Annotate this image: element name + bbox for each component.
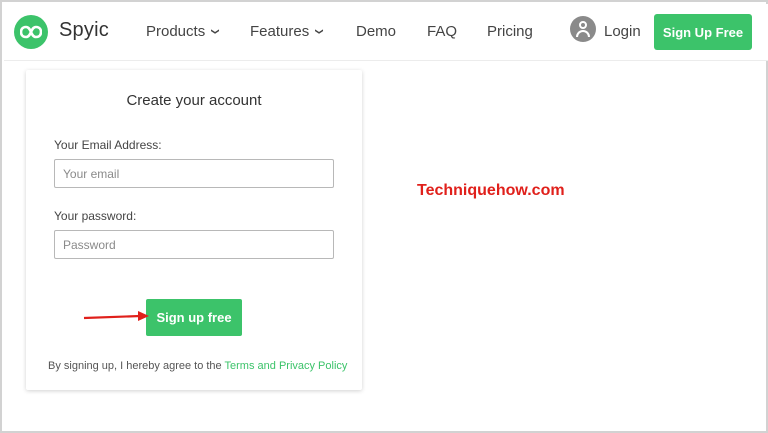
sign-up-free-button[interactable]: Sign Up Free <box>654 14 752 50</box>
screenshot-frame: Spyic Products ❯ Features ❯ Demo FAQ Pri… <box>0 0 768 433</box>
form-title: Create your account <box>126 92 262 109</box>
chevron-down-icon: ❯ <box>314 28 324 35</box>
top-navbar: Spyic Products ❯ Features ❯ Demo FAQ Pri… <box>4 4 768 61</box>
login-link[interactable]: Login <box>604 23 641 40</box>
logo-icon[interactable] <box>14 15 48 49</box>
nav-products[interactable]: Products ❯ <box>146 23 220 40</box>
terms-link[interactable]: Terms and Privacy Policy <box>225 360 348 372</box>
signup-card: Create your account Your Email Address: … <box>26 70 362 390</box>
nav-features[interactable]: Features ❯ <box>250 23 324 40</box>
nav-faq[interactable]: FAQ <box>427 23 457 40</box>
chevron-down-icon: ❯ <box>210 28 220 35</box>
red-arrow-icon <box>83 311 149 321</box>
nav-features-label: Features <box>250 23 310 40</box>
terms-text: By signing up, I hereby agree to the Ter… <box>48 360 347 372</box>
nav-pricing[interactable]: Pricing <box>487 23 533 40</box>
password-field[interactable] <box>54 230 334 259</box>
watermark-text: Techniquehow.com <box>417 182 565 199</box>
brand-name[interactable]: Spyic <box>59 19 109 42</box>
user-icon[interactable] <box>570 16 596 42</box>
email-field[interactable] <box>54 159 334 188</box>
nav-products-label: Products <box>146 23 206 40</box>
terms-prefix: By signing up, I hereby agree to the <box>48 360 225 372</box>
email-label: Your Email Address: <box>54 138 162 152</box>
password-label: Your password: <box>54 209 137 223</box>
sign-up-button[interactable]: Sign up free <box>146 299 242 336</box>
nav-demo[interactable]: Demo <box>356 23 396 40</box>
